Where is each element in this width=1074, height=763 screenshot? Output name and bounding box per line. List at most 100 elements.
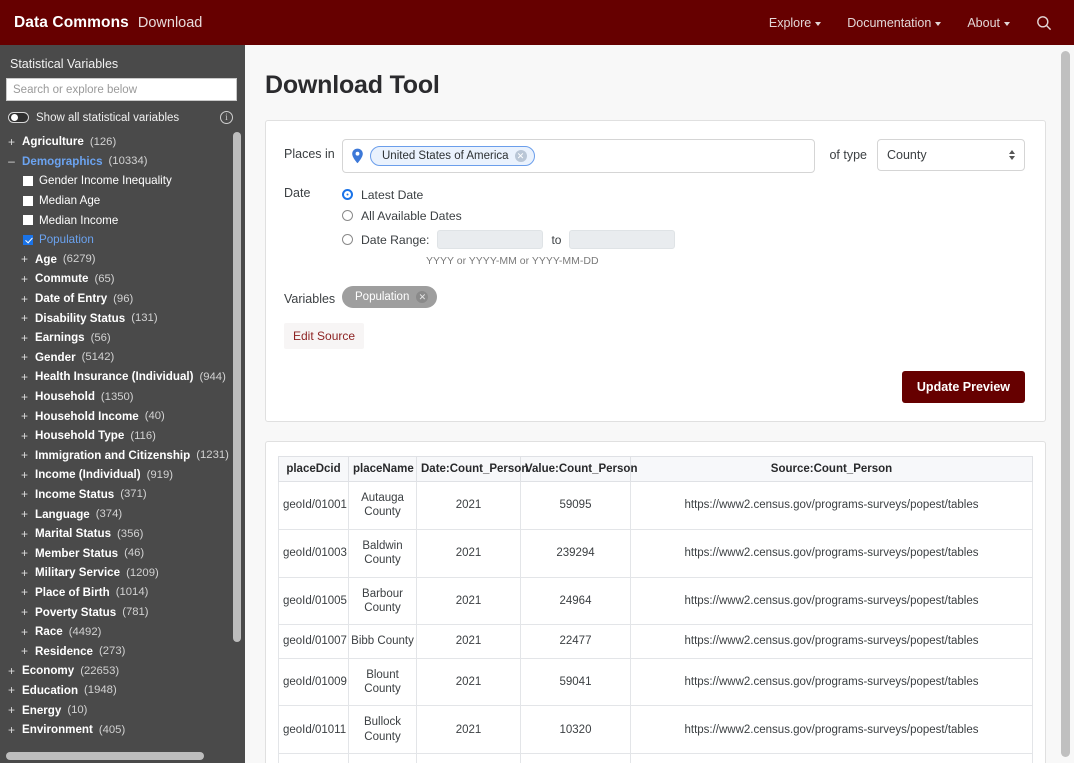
- sidebar-item-poverty-status[interactable]: + Poverty Status (781): [6, 602, 245, 622]
- place-chip[interactable]: United States of America ✕: [370, 146, 535, 166]
- sidebar-item-economy[interactable]: + Economy (22653): [6, 661, 245, 681]
- sidebar-item-environment[interactable]: + Environment (405): [6, 720, 245, 740]
- plus-icon[interactable]: +: [20, 410, 29, 422]
- table-cell: 2021: [416, 657, 521, 707]
- sidebar-item-income-individual[interactable]: + Income (Individual) (919): [6, 465, 245, 485]
- sidebar-item-household[interactable]: + Household (1350): [6, 387, 245, 407]
- sidebar-item-label: Commute: [35, 272, 89, 286]
- search-icon[interactable]: [1036, 15, 1052, 31]
- plus-icon[interactable]: +: [7, 136, 16, 148]
- table-cell: 18884: [520, 753, 631, 763]
- sidebar-item-label: Agriculture: [22, 135, 84, 149]
- main-vertical-scrollbar[interactable]: [1061, 51, 1070, 757]
- sidebar-item-member-status[interactable]: + Member Status (46): [6, 543, 245, 563]
- sidebar-item-date-of-entry[interactable]: + Date of Entry (96): [6, 289, 245, 309]
- radio-icon[interactable]: [342, 234, 353, 245]
- plus-icon[interactable]: +: [20, 488, 29, 500]
- place-type-select[interactable]: County: [877, 139, 1025, 171]
- plus-icon[interactable]: +: [20, 567, 29, 579]
- sidebar-item-earnings[interactable]: + Earnings (56): [6, 328, 245, 348]
- plus-icon[interactable]: +: [20, 391, 29, 403]
- date-option-all[interactable]: All Available Dates: [342, 205, 1025, 226]
- plus-icon[interactable]: +: [20, 273, 29, 285]
- nav-item-about[interactable]: About: [967, 16, 1010, 30]
- date-row: Date Latest Date All Available Dates Dat…: [284, 173, 1025, 267]
- plus-icon[interactable]: +: [20, 586, 29, 598]
- checkbox-icon[interactable]: [23, 215, 33, 226]
- sidebar-item-label: Economy: [22, 664, 75, 678]
- sidebar-item-disability-status[interactable]: + Disability Status (131): [6, 308, 245, 328]
- plus-icon[interactable]: +: [7, 724, 16, 736]
- edit-source-button[interactable]: Edit Source: [284, 323, 365, 349]
- plus-icon[interactable]: +: [20, 293, 29, 305]
- sidebar-item-gender-income-inequality[interactable]: Gender Income Inequality: [6, 171, 245, 191]
- plus-icon[interactable]: +: [20, 645, 29, 657]
- brand[interactable]: Data Commons Download: [14, 14, 202, 32]
- sidebar-item-median-income[interactable]: Median Income: [6, 210, 245, 230]
- variable-chip[interactable]: Population ✕: [342, 286, 438, 308]
- search-input[interactable]: [6, 78, 237, 101]
- sidebar-item-language[interactable]: + Language (374): [6, 504, 245, 524]
- date-range-from-input[interactable]: [437, 230, 544, 249]
- minus-icon[interactable]: –: [7, 155, 16, 167]
- plus-icon[interactable]: +: [20, 469, 29, 481]
- sidebar-item-commute[interactable]: + Commute (65): [6, 269, 245, 289]
- plus-icon[interactable]: +: [20, 449, 29, 461]
- places-input[interactable]: United States of America ✕: [342, 139, 816, 173]
- plus-icon[interactable]: +: [20, 332, 29, 344]
- plus-icon[interactable]: +: [7, 704, 16, 716]
- sidebar-item-age[interactable]: + Age (6279): [6, 250, 245, 270]
- sidebar-item-marital-status[interactable]: + Marital Status (356): [6, 524, 245, 544]
- sidebar-item-income-status[interactable]: + Income Status (371): [6, 485, 245, 505]
- sidebar-item-count: (405): [98, 723, 126, 736]
- plus-icon[interactable]: +: [7, 684, 16, 696]
- table-cell: Baldwin County: [348, 528, 417, 578]
- sidebar-item-household-income[interactable]: + Household Income (40): [6, 406, 245, 426]
- checkbox-icon[interactable]: [23, 234, 33, 245]
- checkbox-icon[interactable]: [23, 195, 33, 206]
- sidebar-horizontal-scrollbar[interactable]: [6, 752, 204, 760]
- sidebar-item-race[interactable]: + Race (4492): [6, 622, 245, 642]
- table-cell: https://www2.census.gov/programs-surveys…: [630, 624, 1033, 659]
- sidebar-item-place-of-birth[interactable]: + Place of Birth (1014): [6, 583, 245, 603]
- plus-icon[interactable]: +: [20, 371, 29, 383]
- checkbox-icon[interactable]: [23, 175, 33, 186]
- sidebar-item-gender[interactable]: + Gender (5142): [6, 348, 245, 368]
- sidebar-item-count: (374): [95, 508, 123, 521]
- sidebar-item-residence[interactable]: + Residence (273): [6, 641, 245, 661]
- plus-icon[interactable]: +: [20, 312, 29, 324]
- sidebar-item-count: (371): [120, 488, 147, 501]
- show-all-variables-toggle[interactable]: [8, 112, 29, 123]
- sidebar-item-agriculture[interactable]: + Agriculture (126): [6, 132, 245, 152]
- close-icon[interactable]: ✕: [416, 291, 429, 303]
- sidebar-vertical-scrollbar[interactable]: [233, 132, 241, 642]
- plus-icon[interactable]: +: [7, 665, 16, 677]
- plus-icon[interactable]: +: [20, 508, 29, 520]
- date-range-to-input[interactable]: [569, 230, 676, 249]
- close-icon[interactable]: ✕: [514, 150, 527, 162]
- sidebar-item-military-service[interactable]: + Military Service (1209): [6, 563, 245, 583]
- sidebar-item-immigration-and-citizenship[interactable]: + Immigration and Citizenship (1231): [6, 446, 245, 466]
- plus-icon[interactable]: +: [20, 351, 29, 363]
- plus-icon[interactable]: +: [20, 253, 29, 265]
- nav-item-explore[interactable]: Explore: [769, 16, 822, 30]
- sidebar-title: Statistical Variables: [10, 57, 119, 71]
- sidebar-item-median-age[interactable]: Median Age: [6, 191, 245, 211]
- plus-icon[interactable]: +: [20, 528, 29, 540]
- info-icon[interactable]: i: [220, 111, 233, 124]
- plus-icon[interactable]: +: [20, 606, 29, 618]
- sidebar-item-energy[interactable]: + Energy (10): [6, 700, 245, 720]
- sidebar-item-health-insurance-individual[interactable]: + Health Insurance (Individual) (944): [6, 367, 245, 387]
- date-option-latest[interactable]: Latest Date: [342, 184, 1025, 205]
- plus-icon[interactable]: +: [20, 430, 29, 442]
- plus-icon[interactable]: +: [20, 626, 29, 638]
- sidebar-item-education[interactable]: + Education (1948): [6, 681, 245, 701]
- sidebar-item-demographics[interactable]: – Demographics (10334): [6, 152, 245, 172]
- update-preview-button[interactable]: Update Preview: [901, 371, 1025, 403]
- show-all-variables-label: Show all statistical variables: [36, 111, 180, 124]
- date-option-range-row: Date Range: to: [342, 228, 1025, 251]
- nav-item-documentation[interactable]: Documentation: [847, 16, 942, 30]
- plus-icon[interactable]: +: [20, 547, 29, 559]
- sidebar-item-population[interactable]: Population: [6, 230, 245, 250]
- sidebar-item-household-type[interactable]: + Household Type (116): [6, 426, 245, 446]
